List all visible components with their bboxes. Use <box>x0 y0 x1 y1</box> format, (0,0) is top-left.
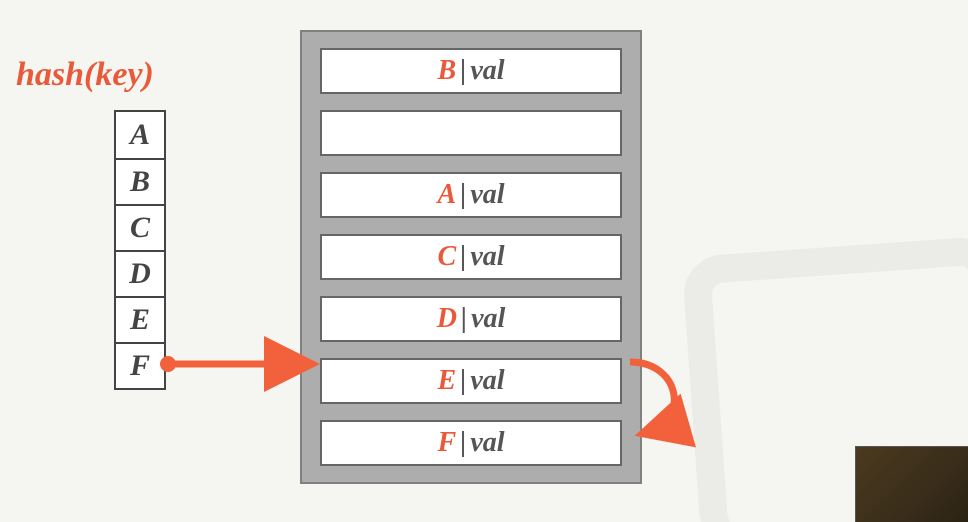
bucket-separator: | <box>460 427 466 459</box>
bucket-val: val <box>471 303 505 335</box>
bucket-slot: C | val <box>320 234 622 280</box>
webcam-overlay <box>855 446 968 522</box>
bucket-key: C <box>437 241 456 273</box>
bucket-slot: B | val <box>320 48 622 94</box>
bucket-separator: | <box>460 55 466 87</box>
bucket-key: B <box>437 55 456 87</box>
bucket-val: val <box>470 427 504 459</box>
key-cell: E <box>116 296 164 342</box>
bucket-slot: A | val <box>320 172 622 218</box>
bucket-slot: E | val <box>320 358 622 404</box>
key-cell: D <box>116 250 164 296</box>
bucket-slot: D | val <box>320 296 622 342</box>
bucket-val: val <box>470 179 504 211</box>
bucket-key: A <box>437 179 456 211</box>
hash-table: B | val A | val C | val D | val E | val … <box>300 30 642 484</box>
key-cell: A <box>116 112 164 158</box>
bucket-val: val <box>470 365 504 397</box>
bucket-separator: | <box>460 365 466 397</box>
bucket-separator: | <box>460 241 466 273</box>
bucket-separator: | <box>460 179 466 211</box>
bucket-slot-empty <box>320 110 622 156</box>
hash-function-label: hash(key) <box>16 56 154 94</box>
bucket-key: E <box>437 365 456 397</box>
bucket-separator: | <box>461 303 467 335</box>
key-cell: C <box>116 204 164 250</box>
key-cell: F <box>116 342 164 388</box>
key-column: A B C D E F <box>114 110 166 390</box>
bucket-slot: F | val <box>320 420 622 466</box>
key-cell: B <box>116 158 164 204</box>
bucket-key: F <box>437 427 456 459</box>
bucket-val: val <box>470 241 504 273</box>
bucket-val: val <box>470 55 504 87</box>
bucket-key: D <box>437 303 457 335</box>
